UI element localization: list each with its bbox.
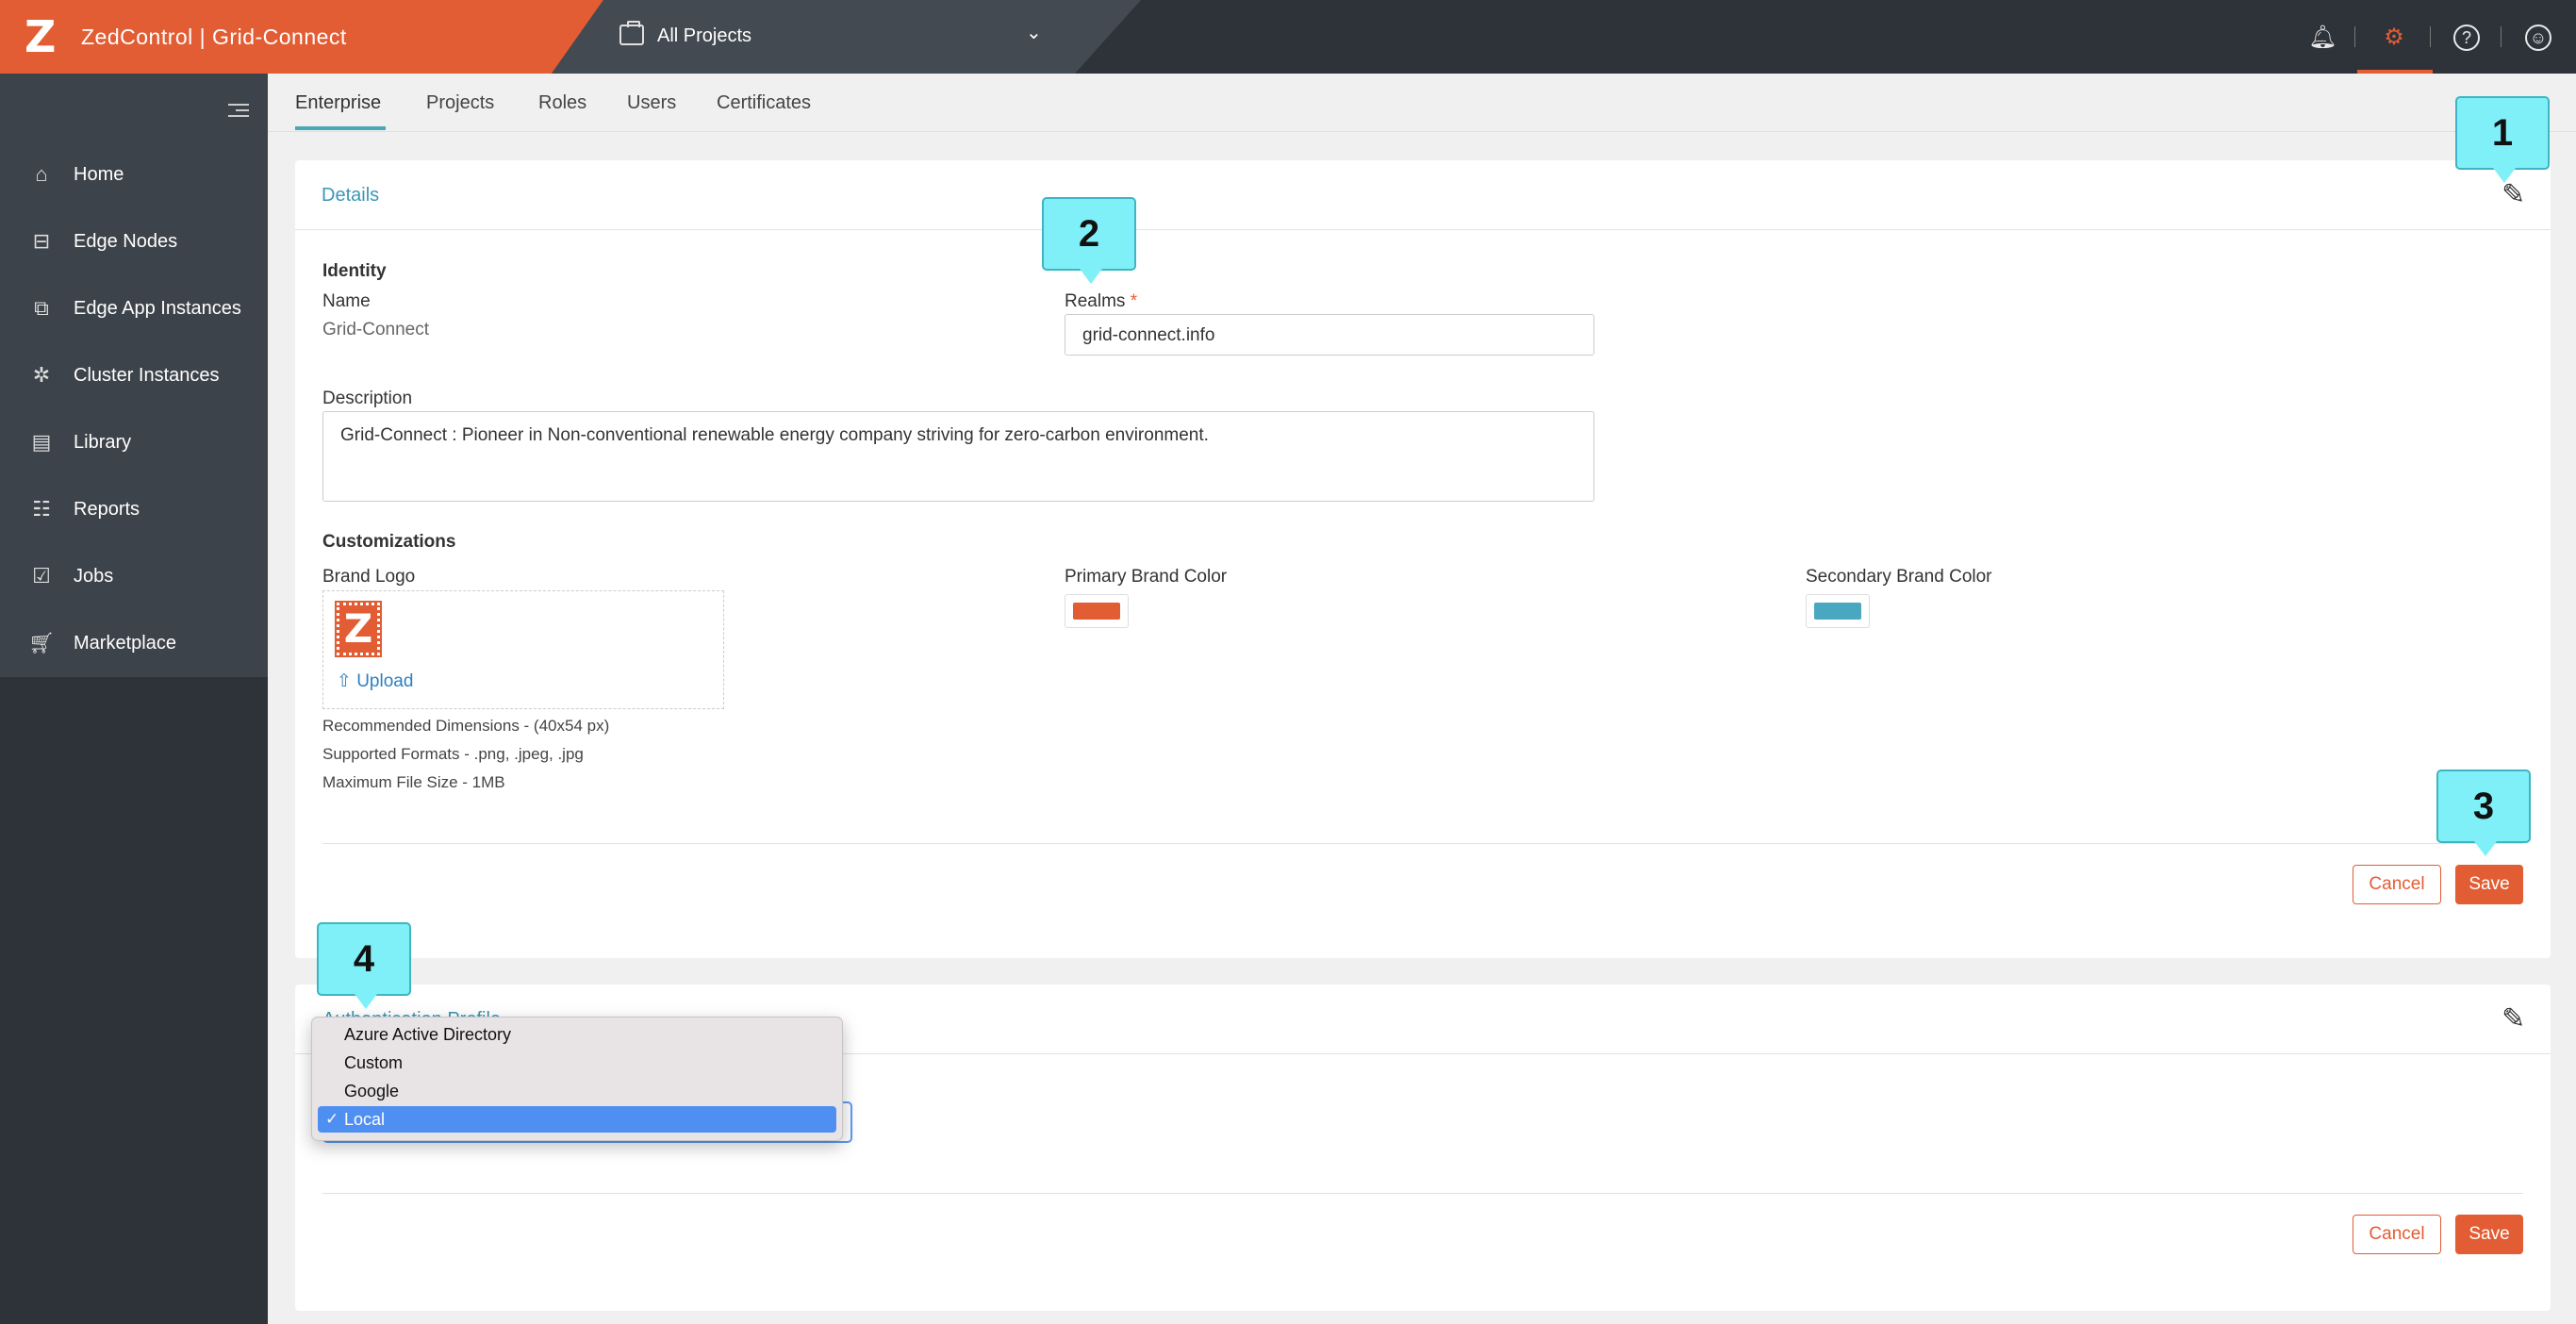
collapse-menu-icon[interactable] xyxy=(228,104,249,121)
hint-file-size: Maximum File Size - 1MB xyxy=(322,773,505,791)
sidebar-item-label: Home xyxy=(74,164,124,185)
save-button[interactable]: Save xyxy=(2455,865,2523,904)
divider xyxy=(322,843,2523,844)
sidebar-item-home[interactable]: ⌂ Home xyxy=(0,149,268,200)
app-title: ZedControl | Grid-Connect xyxy=(81,25,347,49)
sidebar-item-label: Library xyxy=(74,432,132,453)
tab-certificates[interactable]: Certificates xyxy=(717,92,811,114)
top-bar: Z ZedControl | Grid-Connect All Projects… xyxy=(0,0,2576,74)
divider xyxy=(322,1193,2523,1194)
primary-color-picker[interactable] xyxy=(1065,594,1129,628)
hint-formats: Supported Formats - .png, .jpeg, .jpg xyxy=(322,745,584,763)
home-icon: ⌂ xyxy=(35,162,48,186)
tab-projects[interactable]: Projects xyxy=(426,92,494,114)
primary-color-swatch xyxy=(1073,603,1120,620)
realms-input[interactable]: grid-connect.info xyxy=(1065,314,1594,356)
secondary-color-swatch xyxy=(1814,603,1861,620)
upload-icon: ⇧ xyxy=(337,671,352,691)
checkmark-icon: ✓ xyxy=(325,1110,339,1128)
project-selector-label[interactable]: All Projects xyxy=(657,25,751,47)
callout-3: 3 xyxy=(2436,770,2531,856)
sidebar: ⌂ Home ⊟ Edge Nodes ⧉ Edge App Instances… xyxy=(0,74,268,1324)
jobs-icon: ☑ xyxy=(32,564,51,588)
app-instance-icon: ⧉ xyxy=(34,296,49,320)
cart-icon: 🛒︎ xyxy=(28,631,55,654)
realms-label: Realms * xyxy=(1065,291,1138,311)
secondary-color-picker[interactable] xyxy=(1806,594,1870,628)
cancel-button[interactable]: Cancel xyxy=(2353,1215,2441,1254)
secondary-brand-color-label: Secondary Brand Color xyxy=(1806,567,1992,587)
callout-2: 2 xyxy=(1042,197,1136,284)
brand-logo-image: Z xyxy=(335,601,382,657)
sidebar-item-label: Edge App Instances xyxy=(74,298,241,319)
sidebar-item-edge-app-instances[interactable]: ⧉ Edge App Instances xyxy=(0,283,268,334)
primary-brand-color-label: Primary Brand Color xyxy=(1065,567,1228,587)
edge-node-icon: ⊟ xyxy=(32,229,51,253)
sidebar-item-cluster-instances[interactable]: ✲ Cluster Instances xyxy=(0,350,268,401)
upload-link[interactable]: ⇧ Upload xyxy=(337,670,413,692)
sidebar-item-edge-nodes[interactable]: ⊟ Edge Nodes xyxy=(0,216,268,267)
chevron-down-icon[interactable]: ⌄ xyxy=(1026,21,1042,44)
tab-roles[interactable]: Roles xyxy=(538,92,586,114)
bell-icon[interactable]: 🔔︎ xyxy=(2308,25,2337,51)
sidebar-item-label: Edge Nodes xyxy=(74,231,178,252)
reports-icon: ☷ xyxy=(32,497,51,521)
sidebar-item-label: Reports xyxy=(74,499,140,520)
brand-logo-dropzone[interactable]: Z ⇧ Upload xyxy=(322,590,724,709)
dropdown-option-google[interactable]: Google xyxy=(318,1078,836,1104)
library-icon: ▤ xyxy=(31,430,52,454)
customizations-heading: Customizations xyxy=(322,532,456,552)
sidebar-item-label: Marketplace xyxy=(74,633,176,654)
description-textarea[interactable]: Grid-Connect : Pioneer in Non-convention… xyxy=(322,411,1594,502)
user-profile-icon[interactable]: ☺ xyxy=(2525,25,2551,51)
dropdown-option-custom[interactable]: Custom xyxy=(318,1050,836,1076)
hint-dimensions: Recommended Dimensions - (40x54 px) xyxy=(322,717,610,735)
sidebar-item-marketplace[interactable]: 🛒︎ Marketplace xyxy=(0,618,268,669)
pencil-icon[interactable]: ✎ xyxy=(2502,1005,2530,1034)
briefcase-icon xyxy=(619,21,644,45)
dropdown-option-local[interactable]: ✓ Local xyxy=(318,1106,836,1133)
auth-type-dropdown: Azure Active Directory Custom Google ✓ L… xyxy=(311,1017,843,1141)
details-header: Details ✎ xyxy=(295,160,2551,230)
divider xyxy=(2430,26,2431,47)
gear-icon[interactable]: ⚙ xyxy=(2381,25,2407,51)
save-button[interactable]: Save xyxy=(2455,1215,2523,1254)
sidebar-nav: ⌂ Home ⊟ Edge Nodes ⧉ Edge App Instances… xyxy=(0,74,268,677)
callout-1: 1 xyxy=(2455,96,2550,183)
help-icon[interactable]: ? xyxy=(2453,25,2480,51)
sidebar-item-label: Cluster Instances xyxy=(74,365,220,386)
sidebar-item-label: Jobs xyxy=(74,566,114,587)
sidebar-item-reports[interactable]: ☷ Reports xyxy=(0,484,268,535)
sidebar-item-jobs[interactable]: ☑ Jobs xyxy=(0,551,268,602)
active-tab-indicator xyxy=(295,126,386,130)
callout-4: 4 xyxy=(317,922,411,1009)
cancel-button[interactable]: Cancel xyxy=(2353,865,2441,904)
tab-enterprise[interactable]: Enterprise xyxy=(295,92,381,114)
divider xyxy=(2354,26,2355,47)
details-title: Details xyxy=(322,185,380,206)
description-label: Description xyxy=(322,389,413,408)
pencil-icon[interactable]: ✎ xyxy=(2502,181,2530,209)
required-marker: * xyxy=(1130,291,1138,311)
zededa-logo: Z xyxy=(25,11,57,62)
divider xyxy=(2501,26,2502,47)
dropdown-option-azure[interactable]: Azure Active Directory xyxy=(318,1021,836,1048)
dropdown-option-label: Local xyxy=(344,1110,386,1129)
sidebar-item-library[interactable]: ▤ Library xyxy=(0,417,268,468)
tab-users[interactable]: Users xyxy=(627,92,676,114)
name-label: Name xyxy=(322,291,371,311)
details-card: Details ✎ xyxy=(295,160,2551,958)
settings-tabs: Enterprise Projects Roles Users Certific… xyxy=(268,74,2576,132)
name-value: Grid-Connect xyxy=(322,320,429,339)
brand-logo-label: Brand Logo xyxy=(322,567,416,587)
cluster-icon: ✲ xyxy=(32,363,51,387)
identity-heading: Identity xyxy=(322,261,387,281)
